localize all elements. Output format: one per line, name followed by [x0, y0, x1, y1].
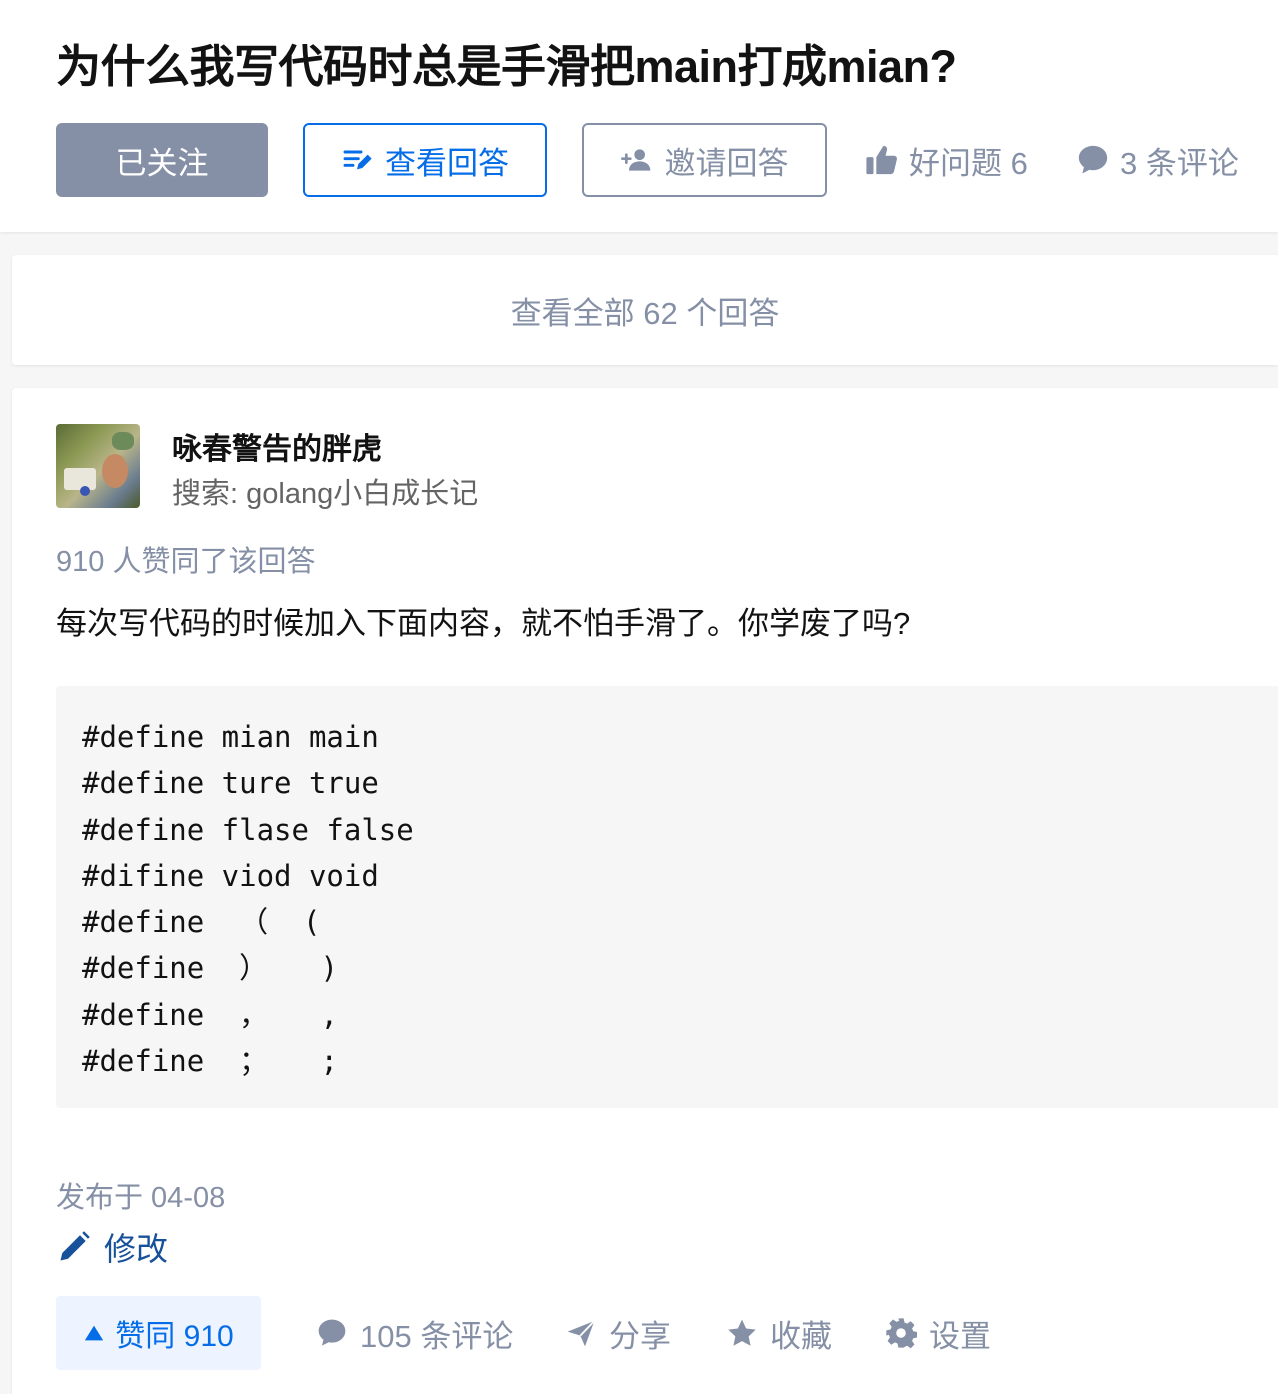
answer-comments-label: 105 条评论: [360, 1318, 514, 1354]
question-title: 为什么我写代码时总是手滑把main打成mian?: [56, 41, 957, 92]
code-line: #define ） ): [82, 951, 338, 986]
author-name[interactable]: 咏春警告的胖虎: [172, 424, 382, 468]
answer-text: 每次写代码的时候加入下面内容，就不怕手滑了。你学废了吗?: [56, 606, 911, 641]
view-all-answers-link[interactable]: 查看全部 62 个回答: [12, 255, 1278, 365]
add-user-icon: [620, 149, 650, 171]
view-answers-button[interactable]: 查看回答: [303, 123, 547, 197]
thumbs-up-icon: [866, 145, 897, 175]
pencil-icon: [60, 1231, 90, 1261]
settings-button[interactable]: 设置: [885, 1296, 991, 1370]
code-line: #difine viod void: [82, 858, 379, 893]
vote-up-button[interactable]: 赞同 910: [56, 1296, 261, 1370]
share-label: 分享: [609, 1318, 671, 1354]
triangle-up-icon: [85, 1325, 104, 1341]
good-question-label: 好问题 6: [909, 145, 1028, 181]
question-header: 为什么我写代码时总是手滑把main打成mian? 已关注 查看回答 邀请回答 好…: [0, 0, 1278, 232]
publish-time[interactable]: 发布于 04-08: [56, 1174, 225, 1216]
view-answers-label: 查看回答: [385, 145, 509, 181]
view-all-answers-label: 查看全部 62 个回答: [510, 295, 780, 331]
share-button[interactable]: 分享: [565, 1296, 671, 1370]
good-question-button[interactable]: 好问题 6: [865, 123, 1028, 197]
follow-button-label: 已关注: [115, 145, 209, 181]
invite-answer-label: 邀请回答: [664, 145, 789, 181]
code-line: #define ture true: [82, 766, 379, 801]
vote-summary: 910 人赞同了该回答: [56, 546, 316, 578]
gear-icon: [886, 1318, 917, 1349]
question-comments-label: 3 条评论: [1120, 145, 1239, 181]
answer-comments-button[interactable]: 105 条评论: [316, 1296, 513, 1370]
follow-button[interactable]: 已关注: [56, 123, 268, 197]
settings-label: 设置: [929, 1318, 991, 1354]
edit-label: 修改: [104, 1231, 169, 1267]
comment-bubble-icon: [318, 1319, 346, 1346]
code-line: #define ， ,: [82, 997, 338, 1032]
star-icon: [728, 1319, 756, 1346]
code-line: #define mian main: [82, 720, 379, 754]
code-block: #define mian main #define ture true #def…: [56, 686, 1278, 1108]
question-comments-button[interactable]: 3 条评论: [1076, 123, 1239, 197]
code-line: #define ； ;: [82, 1044, 338, 1079]
code-line: #define flase false: [82, 812, 414, 847]
author-bio: 搜索: golang小白成长记: [172, 478, 479, 510]
vote-up-label: 赞同 910: [115, 1320, 234, 1353]
paper-plane-icon: [567, 1320, 596, 1347]
code-line: #define （ (: [82, 905, 321, 940]
list-edit-icon: [343, 150, 372, 170]
avatar[interactable]: [56, 424, 140, 508]
edit-button[interactable]: 修改: [56, 1224, 168, 1270]
answer-action-bar: 赞同 910 105 条评论 分享 收藏 设置: [12, 1296, 1278, 1370]
collect-label: 收藏: [770, 1318, 832, 1354]
answer-card: 咏春警告的胖虎 搜索: golang小白成长记 910 人赞同了该回答 每次写代…: [12, 388, 1278, 1394]
comment-bubble-icon: [1078, 145, 1108, 174]
collect-button[interactable]: 收藏: [726, 1296, 832, 1370]
invite-answer-button[interactable]: 邀请回答: [582, 123, 827, 197]
